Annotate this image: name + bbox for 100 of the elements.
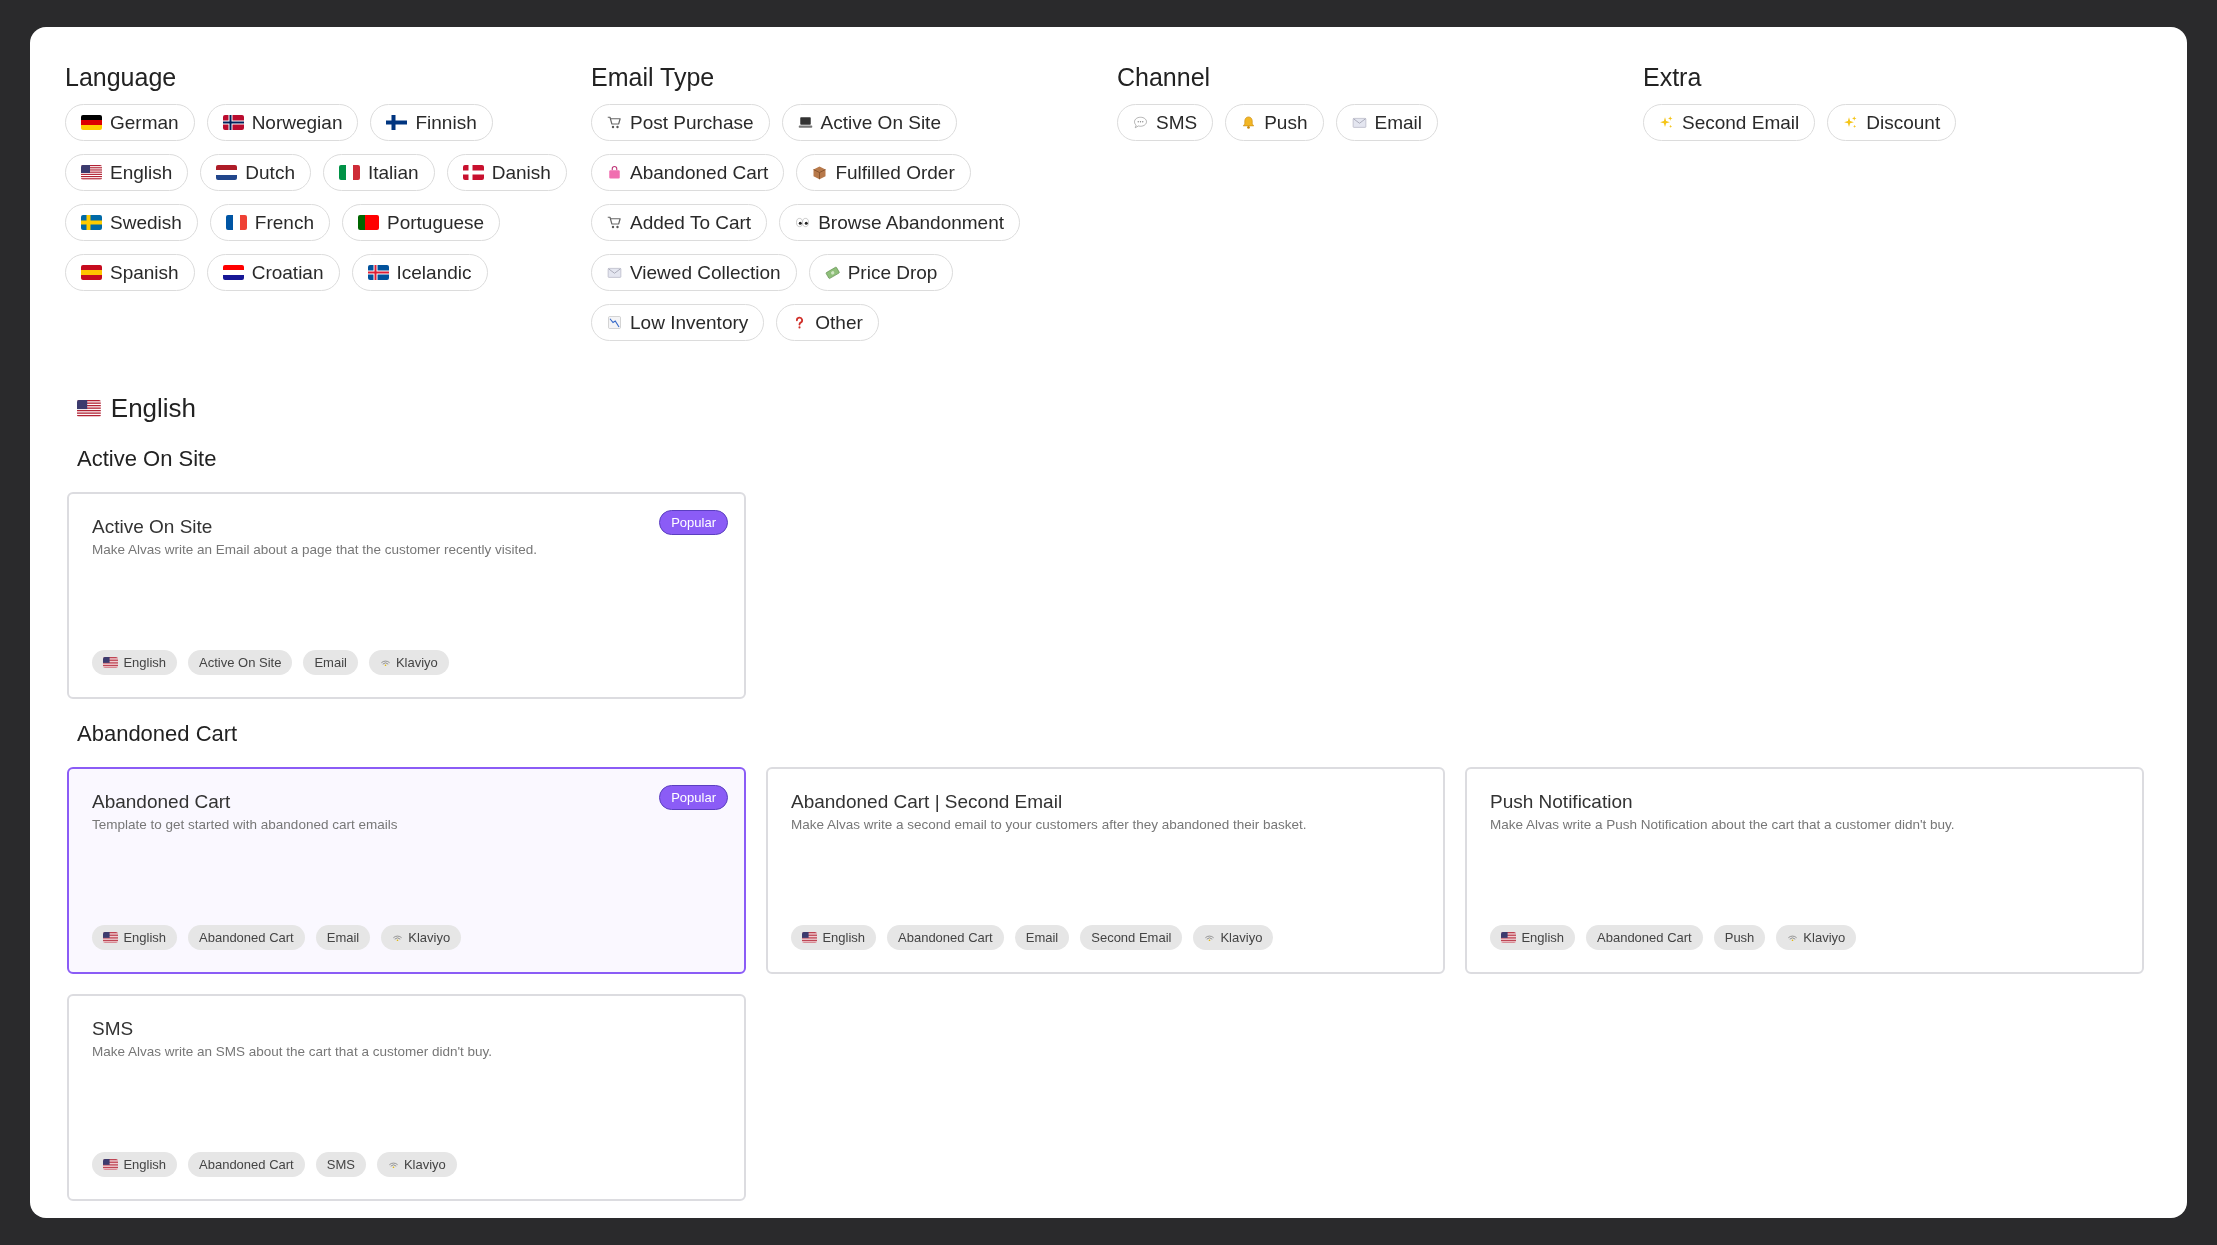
filter-chip[interactable]: SMS <box>1117 104 1214 141</box>
card-description: Make Alvas write an SMS about the cart that a customer didn't buy. <box>92 1044 494 1059</box>
filter-chip[interactable]: Fulfilled Order <box>796 154 971 191</box>
tag: Klaviyo <box>1776 925 1857 950</box>
filter-chip[interactable]: Croatian <box>206 254 340 291</box>
card-description: Make Alvas write a second email to your customers after they abandoned their basket. <box>791 817 1308 832</box>
flag-icon <box>103 657 119 668</box>
template-card[interactable]: Abandoned Cart | Second Email Make Alvas write a second email to your customers after they abandoned their basket. English Abandoned Cart Email Second Email Klaviyo <box>766 767 1445 974</box>
laptop-icon <box>797 115 813 130</box>
filter-chip[interactable]: Norwegian <box>206 104 359 141</box>
flag-icon <box>386 115 408 130</box>
filter-chip[interactable]: Active On Site <box>781 104 957 141</box>
card-title: SMS <box>92 1018 134 1040</box>
signal-arcs-icon <box>1204 932 1216 943</box>
sparkles-icon <box>1843 115 1859 130</box>
tag: English <box>92 1152 178 1177</box>
filter-chip[interactable]: Danish <box>446 154 567 191</box>
bell-icon <box>1241 115 1257 130</box>
filter-chip[interactable]: Second Email <box>1643 104 1816 141</box>
filter-chip[interactable]: English <box>65 154 189 191</box>
tag: Active On Site <box>188 650 293 675</box>
template-card[interactable]: Active On Site Popular Make Alvas write an Email about a page that the customer recently visited. English Active On Site Email Klaviyo <box>67 492 746 699</box>
filter-chip[interactable]: Italian <box>322 154 435 191</box>
signal-arcs-icon <box>392 932 404 943</box>
filter-group-title: Extra <box>1643 63 1703 92</box>
filter-chip[interactable]: Other <box>776 304 879 341</box>
flag-icon <box>1501 932 1517 943</box>
filter-chip[interactable]: Browse Abandonment <box>779 204 1021 241</box>
flag-icon <box>462 165 484 180</box>
filter-group-title: Email Type <box>591 63 716 92</box>
tag: Klaviyo <box>376 1152 457 1177</box>
filter-chip[interactable]: Finnish <box>370 104 493 141</box>
card-description: Make Alvas write an Email about a page that the customer recently visited. <box>92 542 538 557</box>
template-card[interactable]: SMS Make Alvas write an SMS about the cart that a customer didn't buy. English Abandoned Cart SMS Klaviyo <box>67 994 746 1201</box>
filter-chip[interactable]: Email <box>1335 104 1438 141</box>
filter-chip[interactable]: Dutch <box>200 154 311 191</box>
filter-chip[interactable]: Swedish <box>65 204 198 241</box>
filter-chip[interactable]: Abandoned Cart <box>591 154 785 191</box>
flag-icon <box>81 115 102 130</box>
tag: Klaviyo <box>1193 925 1274 950</box>
filter-chip[interactable]: Viewed Collection <box>591 254 797 291</box>
shopping-bag-icon <box>607 165 622 180</box>
tag: SMS <box>315 1152 366 1177</box>
envelope-icon <box>607 265 622 280</box>
section-title: Active On Site <box>77 446 218 472</box>
flag-icon <box>216 165 238 180</box>
cart-icon <box>607 215 622 230</box>
flag-icon <box>338 165 360 180</box>
cart-icon <box>607 115 622 130</box>
eyes-icon <box>795 215 811 230</box>
popular-badge: Popular <box>659 510 728 535</box>
flag-icon <box>357 215 379 230</box>
tag: Email <box>303 650 358 675</box>
popular-badge: Popular <box>659 785 728 810</box>
section-title: Abandoned Cart <box>77 721 239 747</box>
filter-chip[interactable]: Portuguese <box>341 204 501 241</box>
filter-group-title: Language <box>65 63 178 92</box>
filter-chip[interactable]: French <box>209 204 330 241</box>
tag: Abandoned Cart <box>1586 925 1703 950</box>
sparkles-icon <box>1659 115 1674 130</box>
tag: Email <box>1014 925 1070 950</box>
flag-icon <box>367 265 389 280</box>
flag-icon <box>81 165 102 180</box>
filter-chip[interactable]: Price Drop <box>808 254 954 291</box>
language-heading: English <box>110 393 197 424</box>
filter-chip[interactable]: Push <box>1225 104 1324 141</box>
filter-chip[interactable]: Added To Cart <box>591 204 768 241</box>
chart-down-icon <box>607 315 622 330</box>
tag: English <box>791 925 877 950</box>
tag: English <box>1490 925 1576 950</box>
tag: Abandoned Cart <box>887 925 1004 950</box>
tag: Email <box>315 925 371 950</box>
tag: Push <box>1713 925 1766 950</box>
filter-chip[interactable]: Post Purchase <box>591 104 770 141</box>
card-description: Template to get started with abandoned cart emails <box>92 817 399 832</box>
flag-icon <box>103 1159 119 1170</box>
template-card[interactable]: Push Notification Make Alvas write a Push Notification about the cart that a customer didn't buy. English Abandoned Cart Push Klaviyo <box>1465 767 2144 974</box>
flag-icon <box>81 215 102 230</box>
signal-arcs-icon <box>1787 932 1799 943</box>
filter-chip[interactable]: Discount <box>1827 104 1957 141</box>
filter-chip[interactable]: German <box>65 104 195 141</box>
template-card[interactable]: Abandoned Cart Popular Template to get started with abandoned cart emails English Abandoned Cart Email Klaviyo <box>67 767 746 974</box>
speech-bubble-icon <box>1133 115 1148 130</box>
filter-chip[interactable]: Icelandic <box>351 254 488 291</box>
flag-icon <box>222 115 244 130</box>
flag-icon <box>802 932 818 943</box>
signal-arcs-icon <box>379 657 391 668</box>
filter-chip[interactable]: Low Inventory <box>591 304 765 341</box>
tag: Klaviyo <box>381 925 462 950</box>
flag-icon <box>81 265 102 280</box>
tag: Second Email <box>1080 925 1183 950</box>
card-title: Abandoned Cart <box>92 791 231 813</box>
signal-arcs-icon <box>387 1159 399 1170</box>
tag: Abandoned Cart <box>188 1152 305 1177</box>
card-title: Push Notification <box>1490 791 1633 813</box>
tag: English <box>92 650 178 675</box>
package-icon <box>812 165 828 180</box>
filter-chip[interactable]: Spanish <box>65 254 195 291</box>
tag: Abandoned Cart <box>188 925 305 950</box>
envelope-icon <box>1351 115 1367 130</box>
